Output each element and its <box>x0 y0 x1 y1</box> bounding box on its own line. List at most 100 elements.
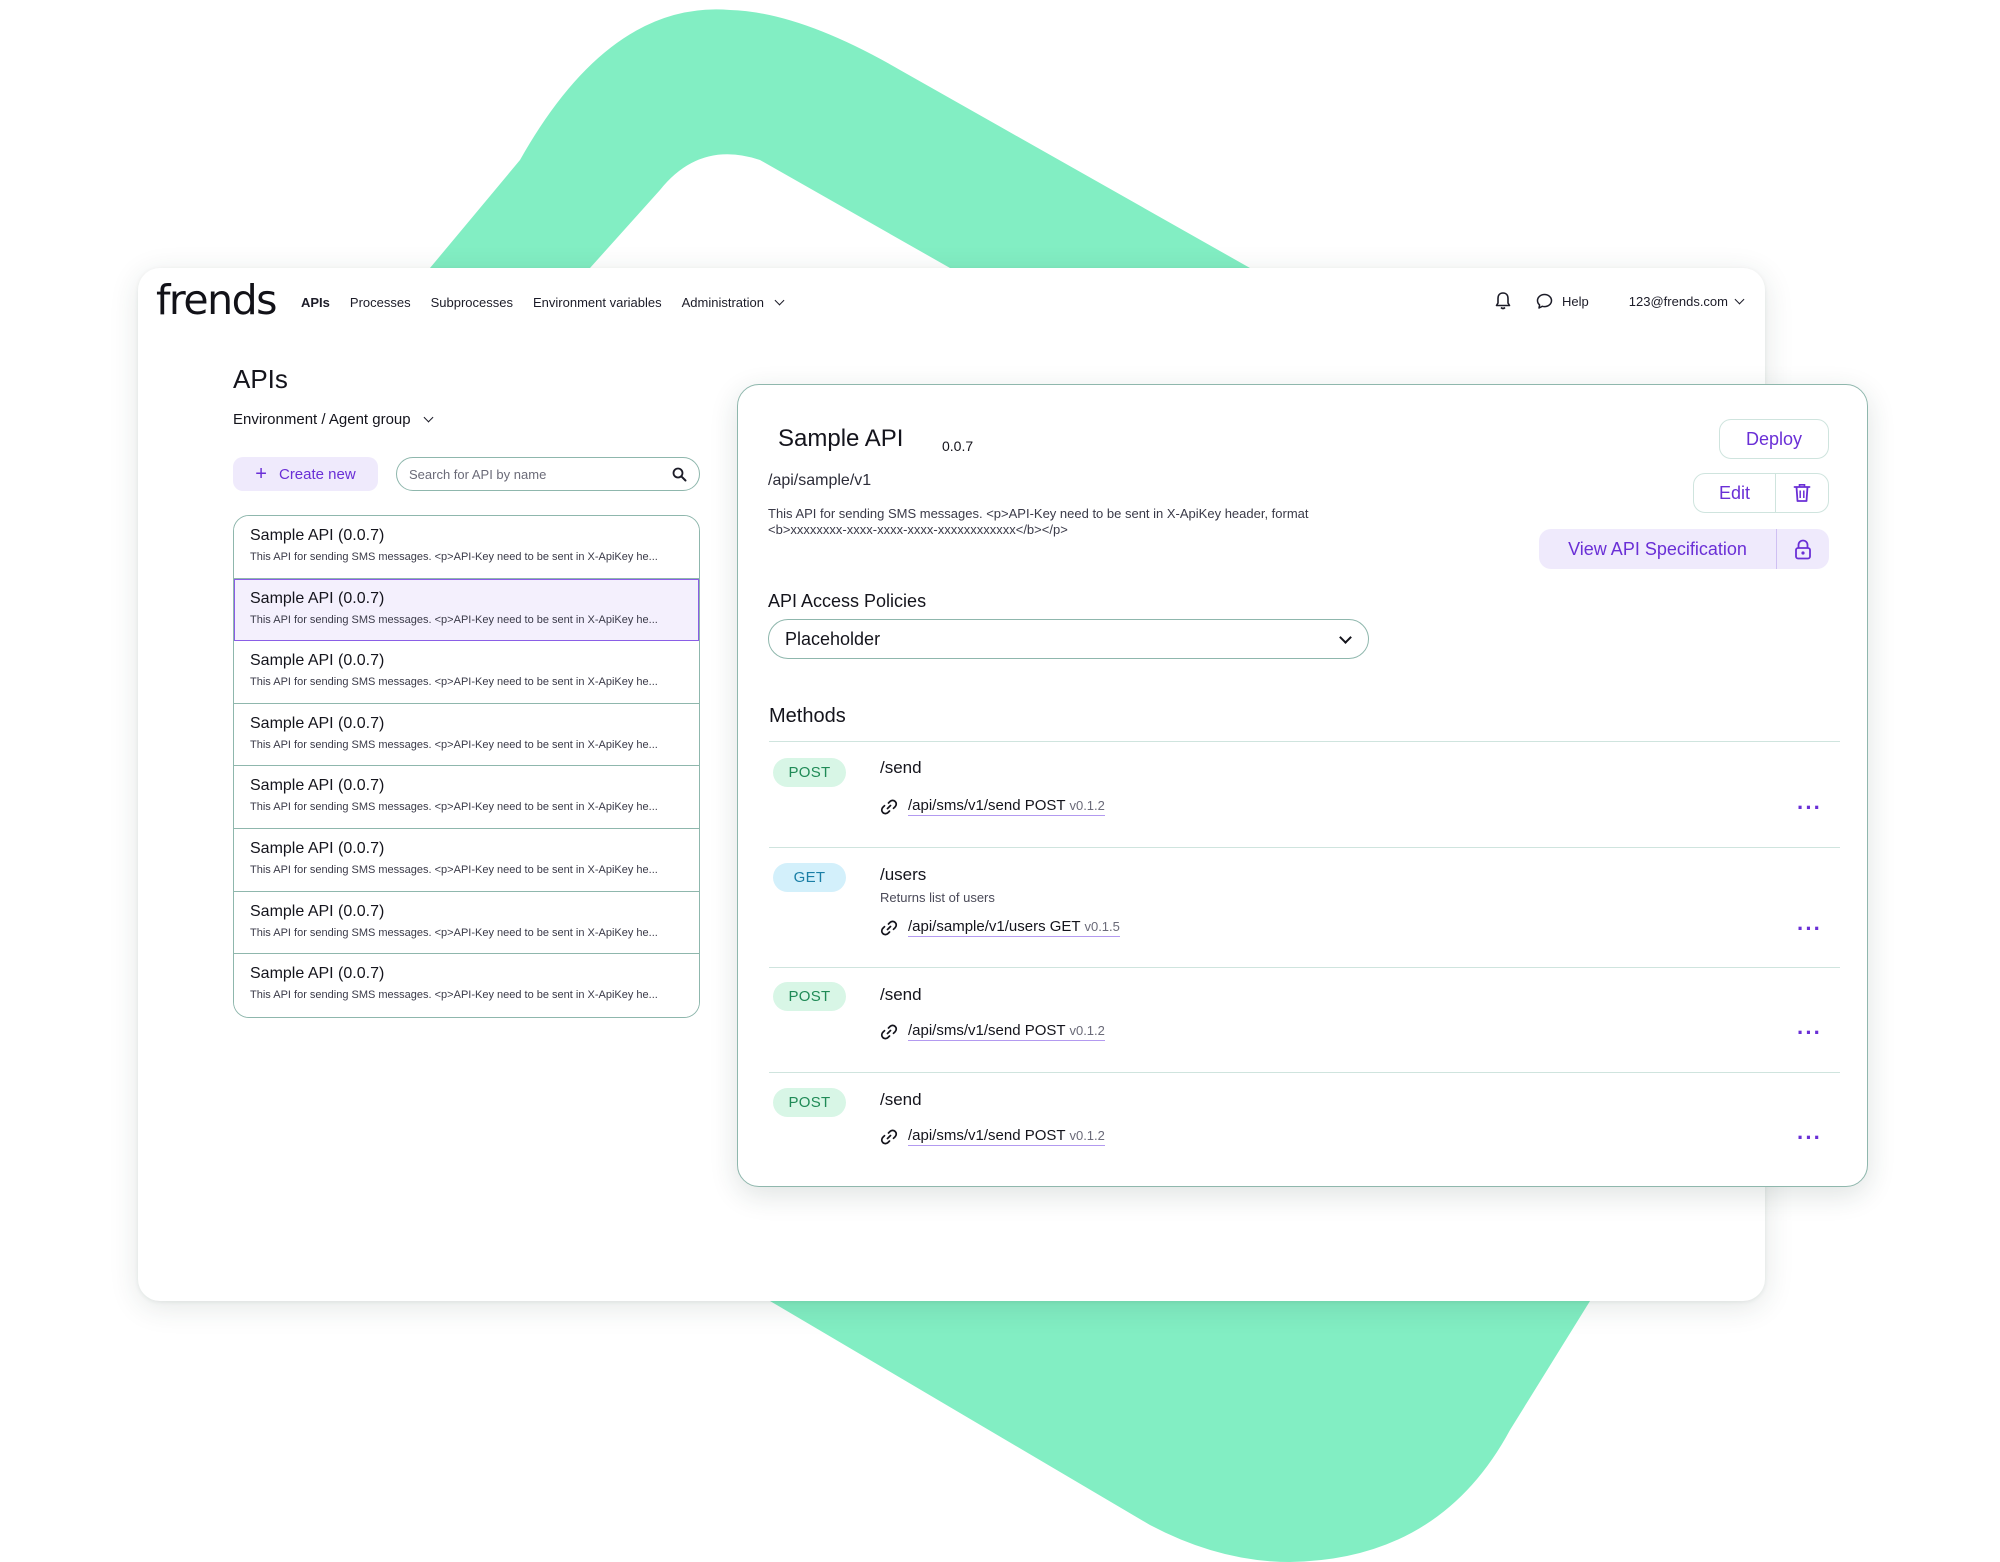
method-url: /api/sms/v1/send POST v0.1.2 <box>908 1127 1105 1146</box>
administration-label: Administration <box>681 295 764 310</box>
method-link[interactable]: /api/sample/v1/users GET v0.1.5 <box>880 918 1120 937</box>
trash-icon <box>1793 484 1811 502</box>
lock-button[interactable] <box>1777 529 1829 569</box>
top-right-actions: Help 123@frends.com <box>1494 291 1745 311</box>
chat-bubble-icon <box>1536 293 1553 309</box>
nav-item-subprocesses[interactable]: Subprocesses <box>431 295 513 310</box>
method-row: POST /send /api/sms/v1/send POST v0.1.2 … <box>769 742 1840 848</box>
more-options-button[interactable]: ··· <box>1797 797 1822 819</box>
edit-button[interactable]: Edit <box>1694 474 1776 512</box>
link-icon <box>880 1024 898 1039</box>
method-row: GET /users Returns list of users /api/sa… <box>769 848 1840 968</box>
method-path: /users <box>880 865 927 884</box>
method-row: POST /send /api/sms/v1/send POST v0.1.2 … <box>769 1073 1840 1178</box>
lock-icon <box>1795 539 1811 559</box>
api-spec-button-group: View API Specification <box>1539 529 1829 569</box>
api-description: This API for sending SMS messages. <p>AP… <box>250 676 658 689</box>
api-title: Sample API <box>778 425 904 452</box>
main-nav: APIs Processes Subprocesses Environment … <box>301 295 785 310</box>
method-url-text: /api/sms/v1/send POST <box>908 1022 1066 1039</box>
chevron-down-icon <box>1339 630 1352 644</box>
list-item[interactable]: Sample API (0.0.7) This API for sending … <box>234 954 699 1017</box>
method-link[interactable]: /api/sms/v1/send POST v0.1.2 <box>880 1022 1105 1041</box>
api-access-policies-label: API Access Policies <box>768 591 927 611</box>
method-version: v0.1.2 <box>1069 1128 1105 1143</box>
api-description: This API for sending SMS messages. <p>AP… <box>250 738 658 751</box>
api-name: Sample API (0.0.7) <box>250 527 385 544</box>
more-options-button[interactable]: ··· <box>1797 918 1822 940</box>
api-description: This API for sending SMS messages. <p>AP… <box>250 613 658 626</box>
methods-heading: Methods <box>769 705 846 727</box>
link-icon <box>880 1129 898 1144</box>
method-url: /api/sms/v1/send POST v0.1.2 <box>908 1022 1105 1041</box>
api-description: This API for sending SMS messages. <p>AP… <box>250 989 658 1002</box>
nav-item-administration[interactable]: Administration <box>681 295 785 310</box>
method-url-text: /api/sms/v1/send POST <box>908 1127 1066 1144</box>
frends-logo[interactable]: frends <box>156 276 278 324</box>
api-path: /api/sample/v1 <box>768 472 872 489</box>
method-version: v0.1.2 <box>1069 1023 1105 1038</box>
list-item[interactable]: Sample API (0.0.7) This API for sending … <box>234 703 699 767</box>
environment-selector[interactable]: Environment / Agent group <box>233 411 434 428</box>
api-description: This API for sending SMS messages. <p>AP… <box>250 926 658 939</box>
create-new-button[interactable]: + Create new <box>233 457 378 491</box>
chevron-down-icon <box>774 295 785 306</box>
nav-item-apis[interactable]: APIs <box>301 295 330 310</box>
method-url-text: /api/sms/v1/send POST <box>908 797 1066 814</box>
method-link[interactable]: /api/sms/v1/send POST v0.1.2 <box>880 797 1105 816</box>
api-description: This API for sending SMS messages. <p>AP… <box>250 801 658 814</box>
api-name: Sample API (0.0.7) <box>250 839 385 857</box>
delete-button[interactable] <box>1776 474 1828 512</box>
method-version: v0.1.5 <box>1084 919 1120 934</box>
method-url-text: /api/sample/v1/users GET <box>908 918 1081 935</box>
list-item[interactable]: Sample API (0.0.7) This API for sending … <box>234 641 699 704</box>
environment-label: Environment / Agent group <box>233 411 411 428</box>
method-verb-badge: POST <box>773 758 846 787</box>
method-path: /send <box>880 758 922 777</box>
list-item-selected[interactable]: Sample API (0.0.7) This API for sending … <box>234 578 699 642</box>
list-item[interactable]: Sample API (0.0.7) This API for sending … <box>234 891 699 955</box>
user-menu[interactable]: 123@frends.com <box>1628 293 1745 309</box>
user-email: 123@frends.com <box>1628 293 1728 309</box>
method-description: Returns list of users <box>880 890 995 905</box>
deploy-button[interactable]: Deploy <box>1719 419 1829 459</box>
help-button[interactable]: Help <box>1536 293 1589 310</box>
api-description: This API for sending SMS messages. <p>AP… <box>768 506 1309 537</box>
list-item[interactable]: Sample API (0.0.7) This API for sending … <box>234 828 699 892</box>
method-path: /send <box>880 1090 922 1109</box>
nav-item-environment-variables[interactable]: Environment variables <box>533 295 662 310</box>
method-verb-badge: POST <box>773 982 846 1011</box>
api-search <box>396 457 700 491</box>
more-options-button[interactable]: ··· <box>1797 1022 1822 1044</box>
api-description: This API for sending SMS messages. <p>AP… <box>250 863 658 876</box>
top-navigation: frends APIs Processes Subprocesses Envir… <box>138 268 1765 336</box>
api-detail-panel: Sample API 0.0.7 /api/sample/v1 This API… <box>737 384 1868 1187</box>
link-icon <box>880 799 898 814</box>
api-list: Sample API (0.0.7) This API for sending … <box>233 515 700 1018</box>
method-path: /send <box>880 985 922 1004</box>
api-version: 0.0.7 <box>942 438 974 454</box>
method-url: /api/sms/v1/send POST v0.1.2 <box>908 797 1105 816</box>
search-icon[interactable] <box>672 467 687 482</box>
search-input[interactable] <box>409 466 672 482</box>
list-item[interactable]: Sample API (0.0.7) This API for sending … <box>234 516 699 579</box>
access-policy-select[interactable]: Placeholder <box>768 619 1369 659</box>
method-link[interactable]: /api/sms/v1/send POST v0.1.2 <box>880 1127 1105 1146</box>
view-api-specification-button[interactable]: View API Specification <box>1539 529 1777 569</box>
help-label: Help <box>1562 293 1589 309</box>
api-name: Sample API (0.0.7) <box>250 777 385 795</box>
access-policy-value: Placeholder <box>785 628 881 649</box>
nav-item-processes[interactable]: Processes <box>350 295 411 310</box>
more-options-button[interactable]: ··· <box>1797 1127 1822 1149</box>
api-description: This API for sending SMS messages. <p>AP… <box>250 551 658 563</box>
chevron-down-icon <box>1734 294 1745 304</box>
create-new-label: Create new <box>278 465 356 483</box>
list-item[interactable]: Sample API (0.0.7) This API for sending … <box>234 766 699 829</box>
plus-icon: + <box>255 463 267 485</box>
api-name: Sample API (0.0.7) <box>250 965 385 983</box>
page-title: APIs <box>233 364 288 394</box>
api-name: Sample API (0.0.7) <box>250 589 385 607</box>
api-name: Sample API (0.0.7) <box>250 714 385 732</box>
bell-icon[interactable] <box>1494 291 1512 311</box>
method-verb-badge: GET <box>773 863 846 892</box>
